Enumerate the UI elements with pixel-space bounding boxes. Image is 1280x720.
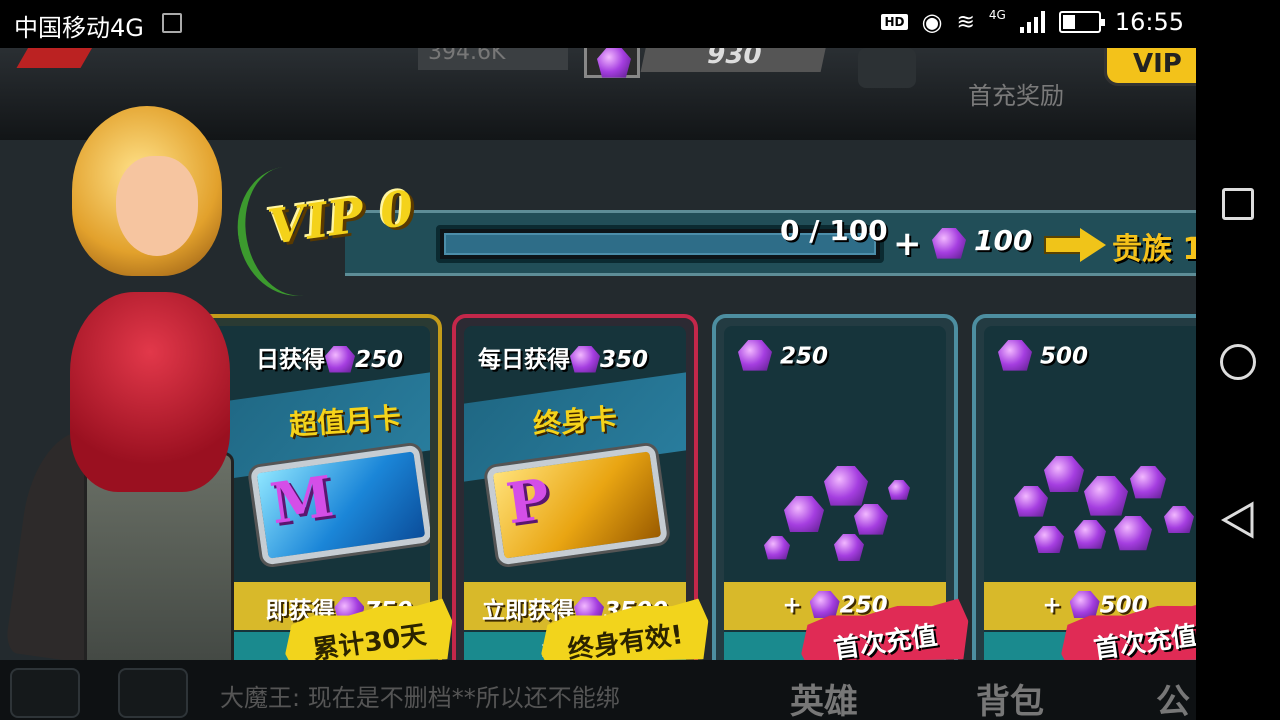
instant-label: +: [1042, 592, 1062, 619]
daily-label: 每日获得: [478, 347, 570, 373]
image-notification-icon: [162, 13, 182, 33]
gem-pile-icon: [764, 456, 924, 566]
gem-amount: 250: [738, 340, 828, 374]
gem-icon: [998, 340, 1032, 371]
horn-icon[interactable]: [858, 48, 916, 88]
gem-icon: [570, 345, 600, 373]
character-dress: [70, 292, 230, 492]
ticket-letter: M: [266, 463, 338, 538]
daily-reward: 每日获得 350: [478, 340, 648, 376]
bottom-bar: 大魔王: 现在是不删档**所以还不能绑 英雄 背包 公: [0, 660, 1196, 720]
status-bar: 中国移动4G HD ◉ ≋ 4G 16:55: [0, 0, 1280, 48]
vip-gem-requirement: 100: [974, 224, 1033, 257]
status-icons: HD ◉ ≋ 4G 16:55: [881, 8, 1184, 36]
wifi-icon: ≋: [956, 9, 975, 35]
carrier-label: 中国移动4G: [14, 14, 144, 42]
character-illustration: [0, 102, 240, 702]
gem-icon: [325, 345, 355, 373]
vip-button[interactable]: VIP: [1104, 48, 1196, 86]
gem-icon: [597, 48, 631, 78]
tab-backpack[interactable]: 背包: [976, 674, 1044, 720]
daily-label: 日获得: [256, 347, 325, 373]
hd-icon: HD: [881, 14, 908, 30]
arrow-right-icon: [1044, 228, 1106, 262]
home-button[interactable]: [1220, 344, 1256, 380]
battery-icon: [1058, 11, 1105, 33]
network-type: 4G: [988, 8, 1006, 22]
chat-message[interactable]: 大魔王: 现在是不删档**所以还不能绑: [220, 678, 620, 713]
signal-icon: [1019, 11, 1045, 33]
gem-amount-value: 500: [1040, 343, 1089, 370]
game-area: 394.6K 930 首充奖励 VIP VIP 0 0 / 100 + 100 …: [0, 48, 1196, 720]
recent-apps-button[interactable]: [1222, 188, 1254, 220]
clock: 16:55: [1114, 8, 1184, 36]
instant-label: +: [782, 592, 802, 619]
screen: 中国移动4G HD ◉ ≋ 4G 16:55 394.6K 930 首充奖励 V…: [0, 0, 1280, 720]
gem-pile-icon: [1014, 456, 1196, 566]
tab-heroes[interactable]: 英雄: [790, 674, 858, 720]
back-button[interactable]: [16, 48, 96, 68]
gem-icon-box: [584, 48, 640, 78]
friends-icon[interactable]: [10, 668, 80, 718]
first-recharge-reward-button[interactable]: 首充奖励: [968, 76, 1064, 111]
daily-amount: 350: [600, 347, 649, 373]
daily-reward: 日获得 250: [256, 340, 403, 376]
eye-icon: ◉: [921, 8, 943, 36]
daily-amount: 250: [355, 347, 404, 373]
tab-guild[interactable]: 公: [1156, 674, 1190, 720]
next-vip-level: 贵族 1: [1112, 232, 1196, 267]
gem-amount: 500: [998, 340, 1088, 374]
android-nav-bar: [1196, 48, 1280, 720]
coin-counter: 394.6K: [418, 48, 568, 70]
back-triangle-icon: [1220, 501, 1254, 539]
plus-sign: +: [893, 224, 922, 264]
gem-icon: [738, 340, 772, 371]
gem-amount-value: 250: [780, 343, 829, 370]
character-face: [116, 156, 198, 256]
vip-progress-text: 0 / 100: [780, 214, 888, 247]
mail-icon[interactable]: [118, 668, 188, 718]
ticket-letter: P: [502, 466, 554, 538]
gem-counter: 930: [640, 48, 828, 72]
back-nav-button[interactable]: [1218, 500, 1258, 540]
